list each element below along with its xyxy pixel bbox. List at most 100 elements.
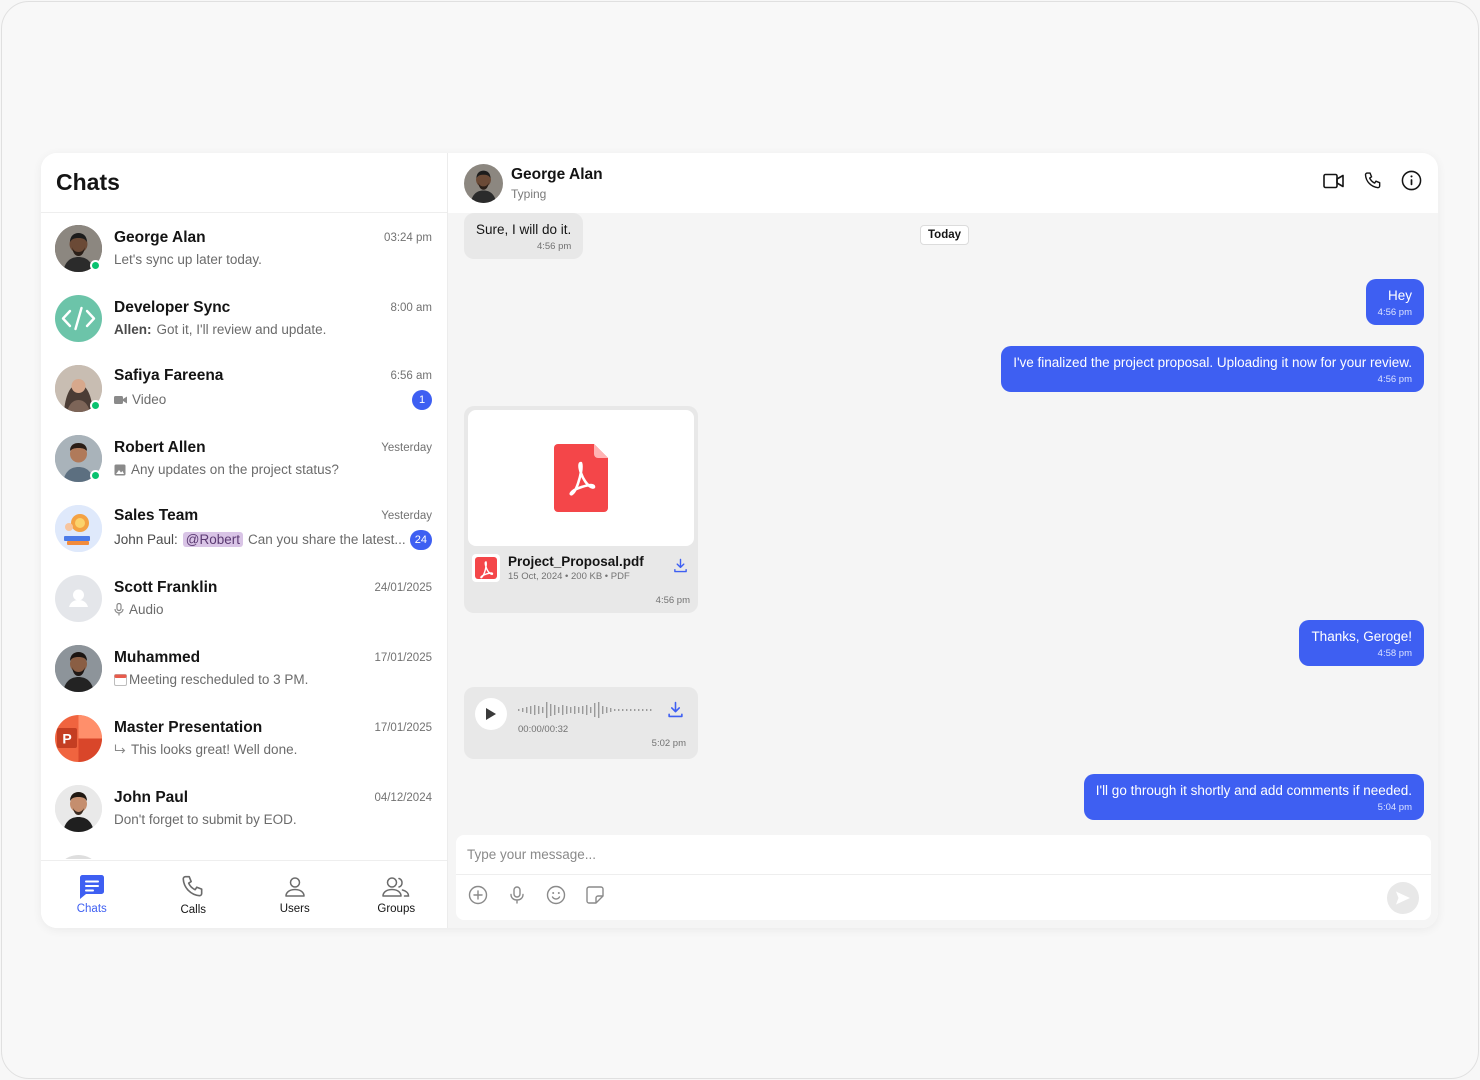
- file-preview[interactable]: [468, 410, 694, 546]
- chat-preview: Video: [114, 392, 166, 407]
- send-button[interactable]: [1387, 881, 1419, 914]
- chat-time: 6:56 am: [390, 369, 432, 382]
- message-outgoing[interactable]: Thanks, Geroge! 4:58 pm: [1299, 620, 1424, 666]
- sidebar: Chats George Alan 03:24 pm Let's sync up…: [41, 153, 448, 928]
- code-icon: [61, 306, 96, 330]
- chat-time: Yesterday: [381, 509, 432, 522]
- nav-label: Groups: [377, 902, 416, 915]
- unread-badge: 1: [412, 389, 432, 410]
- preview-text: This looks great! Well done.: [131, 742, 298, 757]
- info-button[interactable]: [1401, 170, 1422, 196]
- file-info: Project_Proposal.pdf 15 Oct, 2024 • 200 …: [472, 554, 690, 582]
- preview-text: Can you share the latest...: [248, 532, 406, 547]
- contact-avatar[interactable]: [464, 163, 503, 203]
- download-button[interactable]: [673, 558, 688, 578]
- avatar: [55, 224, 102, 272]
- message-time: 5:02 pm: [651, 738, 686, 749]
- chat-name: Safiya Fareena: [114, 366, 224, 384]
- message-input[interactable]: Type your message...: [456, 835, 1431, 875]
- chat-time: 03:24 pm: [384, 232, 432, 244]
- pdf-file-icon: [554, 444, 608, 512]
- attach-button[interactable]: [468, 885, 488, 910]
- mic-icon: [114, 603, 124, 616]
- chat-item-scott-franklin[interactable]: Scott Franklin 24/01/2025 Audio: [41, 563, 447, 633]
- download-button[interactable]: [667, 701, 684, 723]
- user-placeholder-icon: [69, 589, 88, 607]
- chat-name: John Paul: [114, 789, 189, 806]
- avatar: [55, 294, 102, 342]
- chat-item-muhammed[interactable]: Muhammed 17/01/2025 Meeting rescheduled …: [41, 633, 447, 703]
- group-icon: [382, 876, 410, 897]
- preview-text: Video: [132, 392, 167, 407]
- voice-record-button[interactable]: [507, 885, 527, 910]
- chat-time: 17/01/2025: [374, 722, 432, 734]
- chat-item-john-paul[interactable]: John Paul 04/12/2024 Don't forget to sub…: [41, 773, 447, 843]
- calendar-icon: [114, 674, 127, 686]
- sidebar-title: Chats: [56, 169, 120, 195]
- chat-preview: Allen: Got it, I'll review and update.: [114, 322, 326, 337]
- voice-call-button[interactable]: [1363, 171, 1383, 196]
- chat-time: Yesterday: [381, 442, 432, 454]
- smiley-icon: [546, 885, 566, 905]
- chat-item-robert-allen[interactable]: Robert Allen Yesterday Any updates on th…: [41, 423, 447, 493]
- image-icon: [114, 464, 126, 475]
- message-outgoing[interactable]: Hey 4:56 pm: [1365, 279, 1424, 325]
- online-status-dot: [90, 469, 101, 481]
- sticker-icon: [586, 886, 604, 904]
- message-outgoing[interactable]: I'll go through it shortly and add comme…: [1083, 774, 1424, 820]
- sticker-button[interactable]: [585, 885, 605, 910]
- file-message[interactable]: Project_Proposal.pdf 15 Oct, 2024 • 200 …: [464, 406, 698, 613]
- message-incoming[interactable]: Sure, I will do it. 4:56 pm: [464, 213, 584, 259]
- nav-users[interactable]: Users: [244, 861, 346, 928]
- chat-item-developer-sync[interactable]: Developer Sync 8:00 am Allen: Got it, I'l…: [41, 283, 447, 353]
- message-time: 4:56 pm: [655, 595, 690, 606]
- chat-body: Scott Franklin 24/01/2025 Audio: [114, 579, 432, 617]
- message-text: Hey: [1387, 288, 1412, 303]
- message-time: 5:04 pm: [1377, 802, 1412, 813]
- chat-body: John Paul 04/12/2024 Don't forget to sub…: [114, 789, 432, 827]
- chat-body: Robert Allen Yesterday Any updates on th…: [114, 439, 432, 477]
- preview-text: Audio: [129, 602, 164, 617]
- chat-item-partial[interactable]: [41, 843, 447, 859]
- chat-item-george-alan[interactable]: George Alan 03:24 pm Let's sync up later…: [41, 213, 447, 283]
- powerpoint-icon: P: [57, 714, 102, 762]
- preview-text: Let's sync up later today.: [114, 252, 262, 267]
- nav-label: Calls: [180, 903, 207, 916]
- phone-icon: [182, 875, 203, 896]
- play-button[interactable]: [475, 698, 507, 730]
- nav-groups[interactable]: Groups: [346, 861, 448, 928]
- contact-name: George Alan: [511, 165, 603, 183]
- chat-body: George Alan 03:24 pm Let's sync up later…: [114, 229, 432, 267]
- emoji-button[interactable]: [546, 885, 566, 910]
- file-name: Project_Proposal.pdf: [508, 554, 644, 569]
- chat-item-master-presentation[interactable]: P Master Presentation 17/01/2025 This lo…: [41, 703, 447, 773]
- message-text: Thanks, Geroge!: [1311, 629, 1412, 644]
- message-outgoing[interactable]: I've finalized the project proposal. Upl…: [1001, 346, 1424, 392]
- mic-icon: [510, 886, 524, 904]
- nav-calls[interactable]: Calls: [143, 861, 245, 928]
- chat-name: Robert Allen: [114, 439, 206, 456]
- chat-name: Developer Sync: [114, 299, 231, 316]
- chat-preview: This looks great! Well done.: [114, 742, 297, 757]
- audio-message[interactable]: 00:00/00:32 5:02 pm: [464, 687, 698, 759]
- mention-tag: @Robert: [182, 532, 244, 547]
- message-time: 4:56 pm: [1377, 374, 1412, 385]
- chat-name: Scott Franklin: [114, 579, 218, 596]
- chat-time: 04/12/2024: [374, 792, 432, 804]
- chat-item-sales-team[interactable]: Sales Team Yesterday John Paul: @Robert Ca…: [41, 493, 447, 563]
- video-call-button[interactable]: [1323, 172, 1345, 195]
- avatar: [55, 784, 102, 832]
- avatar: [55, 434, 102, 482]
- chat-body: Muhammed 17/01/2025 Meeting rescheduled …: [114, 649, 432, 687]
- audio-waveform[interactable]: [518, 701, 656, 719]
- send-icon: [1396, 891, 1410, 904]
- chat-app: Chats George Alan 03:24 pm Let's sync up…: [41, 153, 1438, 928]
- phone-icon: [1364, 171, 1381, 188]
- chat-item-safiya-fareena[interactable]: Safiya Fareena 6:56 am Video 1: [41, 353, 447, 423]
- online-status-dot: [90, 259, 101, 271]
- nav-chats[interactable]: Chats: [41, 861, 143, 928]
- audio-duration: 00:00/00:32: [518, 724, 569, 735]
- pdf-file-icon: [472, 554, 500, 582]
- preview-sender: Allen:: [114, 322, 152, 337]
- chat-time: 8:00 am: [390, 302, 432, 314]
